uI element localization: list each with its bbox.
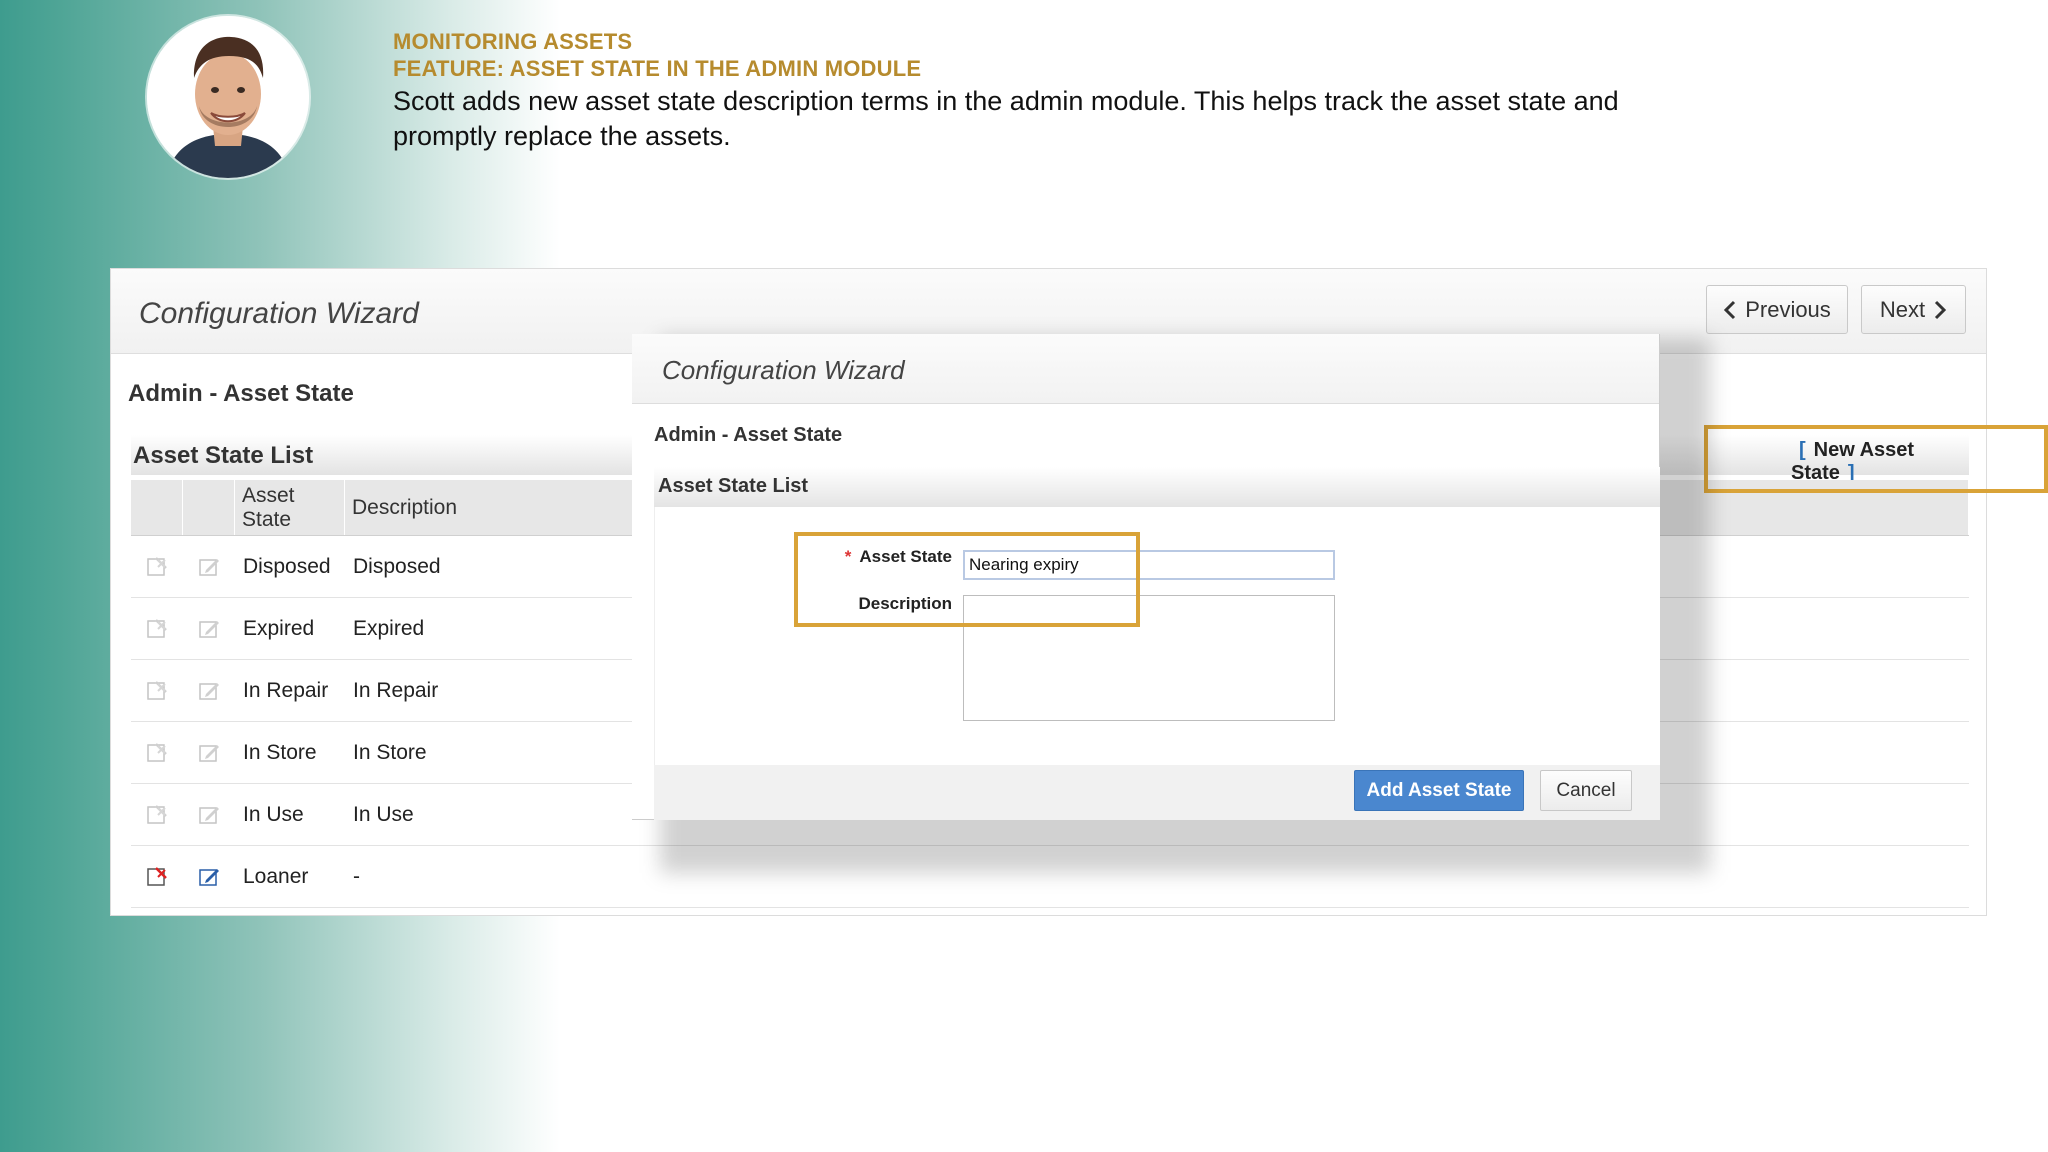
modal-titlebar: Configuration Wizard [632,334,1659,404]
chevron-right-icon [1935,300,1947,319]
header-delete-col [131,480,183,535]
slide-description: Scott adds new asset state description t… [393,86,1619,151]
cell-asset-state: In Repair [243,678,329,702]
edit-icon [199,868,219,886]
cell-description: Expired [353,616,425,640]
delete-button[interactable] [131,803,183,827]
delete-button[interactable] [131,617,183,641]
chevron-left-icon [1724,300,1736,319]
highlight-new-asset-state [1704,425,2048,493]
cell-description: Disposed [353,554,441,578]
modal-list-header: Asset State List [654,467,1660,507]
edit-icon [199,682,219,700]
edit-icon [199,620,219,638]
section-title: Admin - Asset State [128,380,354,407]
presenter-avatar [147,16,309,178]
delete-button[interactable] [131,679,183,703]
edit-button[interactable] [183,803,235,827]
edit-button[interactable] [183,555,235,579]
edit-button[interactable] [183,679,235,703]
man-portrait-icon [147,16,309,178]
cell-description: In Repair [353,678,439,702]
delete-button[interactable] [131,741,183,765]
edit-icon [199,558,219,576]
delete-button[interactable] [131,865,183,889]
highlight-asset-state-field [794,532,1140,627]
cell-asset-state: Expired [243,616,315,640]
cell-asset-state: In Use [243,802,304,826]
cell-description: - [353,864,360,888]
next-label: Next [1879,296,1926,322]
header-edit-col [183,480,235,535]
add-asset-state-button[interactable]: Add Asset State [1354,770,1524,811]
previous-label: Previous [1745,296,1831,322]
edit-icon [199,744,219,762]
delete-icon [147,556,167,576]
header-asset-state: Asset State [235,480,345,535]
cell-description: In Store [353,740,427,764]
cancel-button[interactable]: Cancel [1540,770,1632,811]
delete-icon [147,866,167,886]
slide-header: MONITORING ASSETS FEATURE: ASSET STATE I… [393,28,1793,154]
modal-title: Configuration Wizard [662,355,905,385]
cell-asset-state: Loaner [243,864,309,888]
edit-button[interactable] [183,865,235,889]
kicker-feature: FEATURE: ASSET STATE IN THE ADMIN MODULE [393,56,922,81]
edit-button[interactable] [183,741,235,765]
modal-section-title: Admin - Asset State [654,424,843,446]
previous-button[interactable]: Previous [1706,285,1848,334]
cell-asset-state: In Store [243,740,317,764]
edit-icon [199,806,219,824]
cell-description: In Use [353,802,414,826]
delete-icon [147,742,167,762]
delete-button[interactable] [131,555,183,579]
cell-asset-state: Disposed [243,554,331,578]
kicker-topic: MONITORING ASSETS [393,29,633,54]
list-title: Asset State List [133,442,314,469]
delete-icon [147,618,167,638]
delete-icon [147,804,167,824]
next-button[interactable]: Next [1861,285,1966,334]
edit-button[interactable] [183,617,235,641]
modal-list-title: Asset State List [658,475,809,497]
app-title: Configuration Wizard [139,297,419,330]
delete-icon [147,680,167,700]
